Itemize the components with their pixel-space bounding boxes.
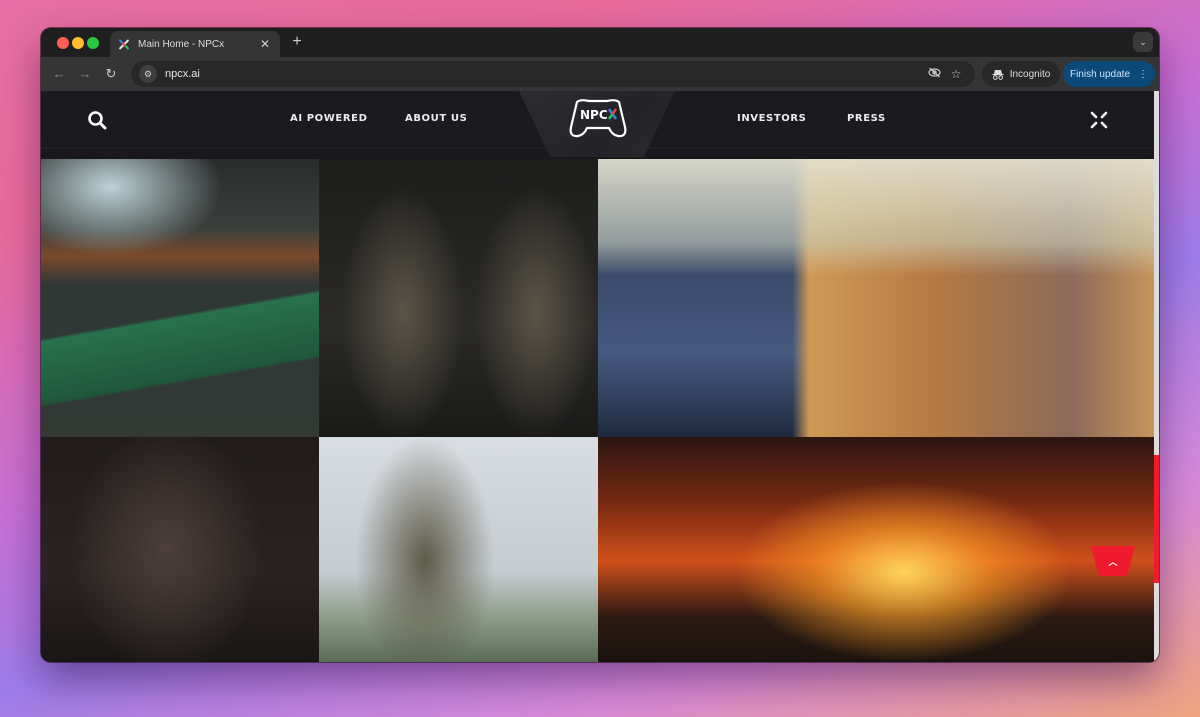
- nav-link-about-us[interactable]: ABOUT US: [405, 113, 467, 124]
- gallery-image-armored-soldiers[interactable]: [319, 159, 598, 437]
- tab-main-home[interactable]: Main Home - NPCx ✕: [110, 31, 280, 57]
- incognito-indicator[interactable]: Incognito: [982, 61, 1060, 87]
- gallery-image-street-market[interactable]: [41, 159, 319, 437]
- fullscreen-icon[interactable]: [1089, 110, 1109, 130]
- page-scrollbar[interactable]: [1154, 91, 1159, 662]
- tab-close-icon[interactable]: ✕: [258, 37, 272, 51]
- gallery-image-battlefield[interactable]: [598, 437, 1154, 662]
- gallery-image-robot-walker[interactable]: [598, 159, 1154, 437]
- minimize-window-button[interactable]: [72, 37, 84, 49]
- eye-off-icon[interactable]: [923, 67, 945, 81]
- npcx-favicon-icon: [118, 38, 130, 50]
- reload-button[interactable]: ↻: [101, 64, 121, 84]
- back-button[interactable]: ←: [49, 64, 69, 84]
- address-bar[interactable]: ⚙ npcx.ai ☆: [131, 61, 975, 87]
- nav-link-ai-powered[interactable]: AI POWERED: [290, 113, 367, 124]
- site-info-icon[interactable]: ⚙: [139, 65, 157, 83]
- nav-link-press[interactable]: PRESS: [847, 113, 886, 124]
- logo-text: NPC: [580, 108, 608, 122]
- search-icon[interactable]: [87, 110, 107, 130]
- incognito-label: Incognito: [1009, 68, 1051, 80]
- close-window-button[interactable]: [57, 37, 69, 49]
- image-gallery: [41, 159, 1154, 662]
- new-tab-button[interactable]: +: [289, 33, 305, 51]
- incognito-icon: [992, 69, 1004, 80]
- browser-window: Main Home - NPCx ✕ + ⌄ ← → ↻ ⚙ npcx.ai ☆…: [41, 28, 1159, 662]
- web-page: AI POWERED ABOUT US INVESTORS PRESS NPC: [41, 91, 1159, 662]
- bookmark-star-icon[interactable]: ☆: [945, 67, 967, 81]
- tab-title: Main Home - NPCx: [138, 38, 225, 50]
- zoom-window-button[interactable]: [87, 37, 99, 49]
- chevron-up-icon: ︿: [1108, 556, 1118, 567]
- tab-search-button[interactable]: ⌄: [1133, 32, 1153, 52]
- browser-menu-icon[interactable]: ⋮: [1138, 69, 1148, 80]
- tab-strip: Main Home - NPCx ✕ + ⌄: [41, 28, 1159, 57]
- finish-update-label: Finish update: [1069, 68, 1131, 80]
- url-text[interactable]: npcx.ai: [165, 68, 923, 80]
- forward-button[interactable]: →: [75, 64, 95, 84]
- finish-update-button[interactable]: Finish update ⋮: [1063, 61, 1155, 87]
- gallery-image-gas-mask-soldier[interactable]: [319, 437, 598, 662]
- nav-link-investors[interactable]: INVESTORS: [737, 113, 807, 124]
- browser-toolbar: ← → ↻ ⚙ npcx.ai ☆ Incognito Finish updat…: [41, 57, 1159, 91]
- scrollbar-thumb[interactable]: [1154, 455, 1159, 583]
- gallery-image-mutant-creature[interactable]: [41, 437, 319, 662]
- npcx-logo[interactable]: NPC: [567, 97, 629, 139]
